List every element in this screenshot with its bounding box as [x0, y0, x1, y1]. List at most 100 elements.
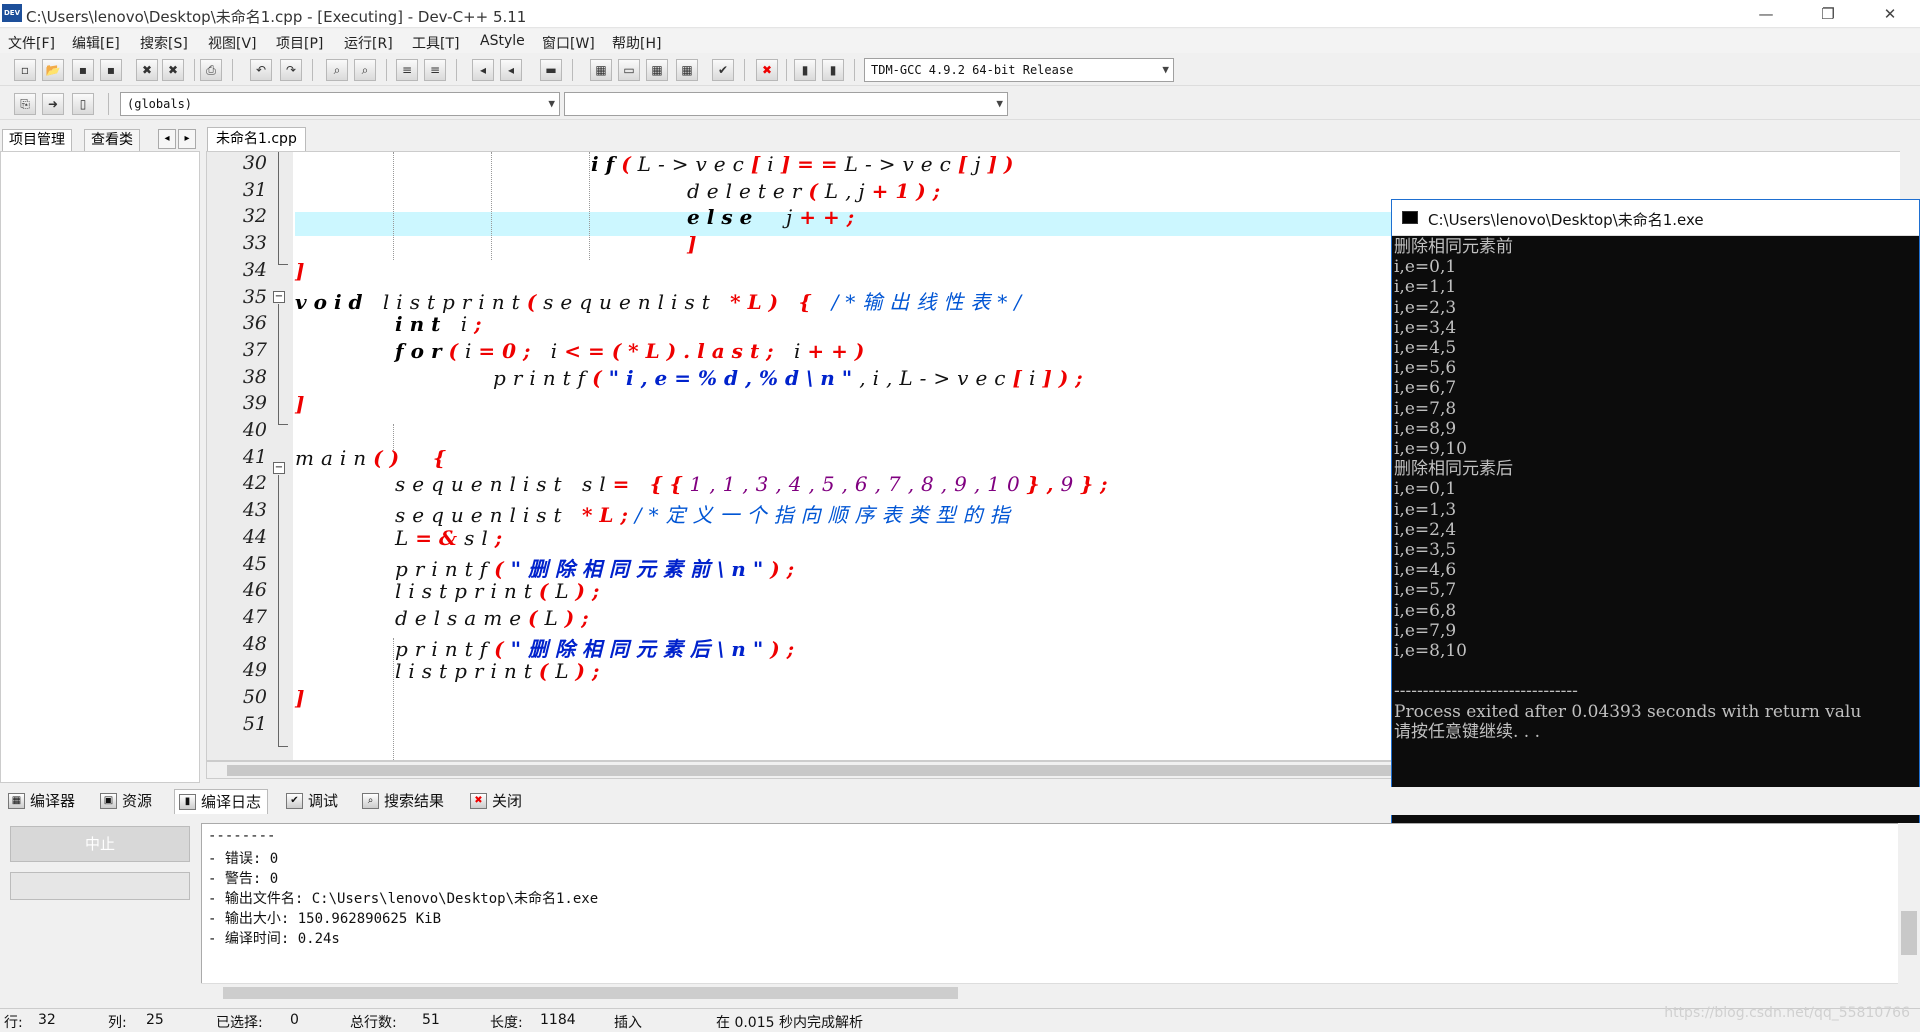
line-number: 34: [242, 258, 267, 281]
menu-run[interactable]: 运行[R]: [344, 33, 393, 53]
save-icon[interactable]: ▪: [72, 59, 94, 81]
toggle-bookmark-icon[interactable]: ▯: [72, 93, 94, 115]
log-line: - 错误: 0: [208, 851, 279, 867]
redo-icon[interactable]: ↷: [280, 59, 302, 81]
line-number: 41: [242, 445, 267, 468]
tab-close[interactable]: ✖ 关闭: [466, 789, 528, 814]
delete-profile-icon[interactable]: ▮: [822, 59, 844, 81]
devcpp-app-icon: DEV: [2, 4, 22, 22]
editor-horizontal-scrollbar[interactable]: [206, 761, 1536, 779]
find-icon[interactable]: ⌕: [326, 59, 348, 81]
rebuild-all-icon[interactable]: ▦: [676, 59, 698, 81]
tab-search-results[interactable]: ⌕ 搜索结果: [358, 789, 450, 814]
console-output: 删除相同元素前 i,e=0,1 i,e=1,1 i,e=2,3 i,e=3,4 …: [1394, 237, 1862, 742]
tab-scroll-right-icon[interactable]: ▸: [178, 129, 196, 149]
line-number: 31: [242, 178, 267, 201]
line-number: 40: [242, 419, 267, 441]
unindent-icon[interactable]: ≡: [424, 59, 446, 81]
menu-astyle[interactable]: AStyle: [480, 33, 525, 49]
log-vertical-scrollbar[interactable]: [1898, 823, 1920, 1001]
code-line-47: delsame(L);: [395, 605, 596, 630]
menu-edit[interactable]: 编辑[E]: [72, 33, 120, 53]
console-title: C:\Users\lenovo\Desktop\未命名1.exe: [1428, 211, 1704, 229]
code-line-49: listprint(L);: [395, 659, 607, 684]
console-window[interactable]: C:\Users\lenovo\Desktop\未命名1.exe 删除相同元素前…: [1391, 199, 1920, 831]
goto-line-icon[interactable]: ➜: [42, 93, 64, 115]
code-line-36: int i;: [395, 312, 489, 337]
tab-class-browser[interactable]: 查看类: [84, 129, 140, 151]
tab-compiler[interactable]: ▦ 编译器: [4, 789, 81, 814]
main-toolbar: ▫ 📂 ▪ ▪ ✖ ✖ ⎙ ↶ ↷ ⌕ ⌕ ≡ ≡ ◂ ◂ ▬ ▦ ▭ ▦ ▦ …: [0, 54, 1920, 86]
minimize-button[interactable]: —: [1738, 0, 1794, 28]
line-number: 51: [242, 712, 267, 735]
status-total-label: 总行数:: [350, 1015, 397, 1031]
print-icon[interactable]: ⎙: [200, 59, 222, 81]
menu-help[interactable]: 帮助[H]: [612, 33, 661, 53]
maximize-button[interactable]: ❐: [1800, 0, 1856, 28]
bookmark-icon[interactable]: ▬: [540, 59, 562, 81]
code-line-35: void listprint(sequenlist *L) { /*输出线性表*…: [295, 289, 1029, 314]
title-bar: DEV C:\Users\lenovo\Desktop\未命名1.cpp - […: [0, 0, 1920, 28]
code-line-43: sequenlist *L;/*定义一个指向顺序表类型的指: [395, 503, 1017, 528]
log-line: - 输出文件名: C:\Users\lenovo\Desktop\未命名1.ex…: [208, 891, 599, 907]
close-file-icon[interactable]: ✖: [136, 59, 158, 81]
code-line-39: ]: [295, 392, 312, 417]
code-line-48: printf("删除相同元素后\n");: [395, 636, 802, 661]
line-number: 43: [242, 499, 267, 522]
compile-icon[interactable]: ▦: [590, 59, 612, 81]
menu-view[interactable]: 视图[V]: [208, 33, 257, 53]
goto-back-icon[interactable]: ◂: [472, 59, 494, 81]
tab-debug[interactable]: ✔ 调试: [282, 789, 344, 814]
line-number: 32: [242, 205, 267, 228]
profile-icon[interactable]: ▮: [794, 59, 816, 81]
console-title-bar[interactable]: C:\Users\lenovo\Desktop\未命名1.exe: [1392, 200, 1919, 236]
compiler-select[interactable]: TDM-GCC 4.9.2 64-bit Release ▼: [864, 58, 1174, 82]
line-number: 37: [242, 338, 267, 361]
open-file-icon[interactable]: 📂: [42, 59, 64, 81]
compile-run-icon[interactable]: ▦: [646, 59, 668, 81]
status-row: 32: [38, 1012, 56, 1028]
menu-search[interactable]: 搜索[S]: [140, 33, 188, 53]
stop-execution-icon[interactable]: ✖: [756, 59, 778, 81]
close-all-icon[interactable]: ✖: [162, 59, 184, 81]
insert-icon[interactable]: ⎘: [14, 93, 36, 115]
save-all-icon[interactable]: ▪: [100, 59, 122, 81]
menu-window[interactable]: 窗口[W]: [542, 33, 595, 53]
indent-icon[interactable]: ≡: [396, 59, 418, 81]
goto-forward-icon[interactable]: ◂: [500, 59, 522, 81]
resources-icon: ▣: [100, 793, 117, 809]
debug-check-icon: ✔: [286, 793, 303, 809]
close-button[interactable]: ✕: [1862, 0, 1918, 28]
new-file-icon[interactable]: ▫: [14, 59, 36, 81]
undo-icon[interactable]: ↶: [250, 59, 272, 81]
tab-scroll-left-icon[interactable]: ◂: [158, 129, 176, 149]
close-panel-icon: ✖: [470, 793, 487, 809]
run-icon[interactable]: ▭: [618, 59, 640, 81]
symbol-select[interactable]: ▼: [564, 92, 1008, 116]
watermark: https://blog.csdn.net/qq_55810766: [1664, 1005, 1910, 1021]
status-length: 1184: [540, 1012, 576, 1028]
window-title: C:\Users\lenovo\Desktop\未命名1.cpp - [Exec…: [26, 8, 527, 26]
code-line-46: listprint(L);: [395, 579, 607, 604]
scope-select[interactable]: (globals) ▼: [120, 92, 560, 116]
fold-toggle-main[interactable]: −: [273, 462, 285, 474]
compile-log-panel[interactable]: -------- - 错误: 0 - 警告: 0 - 输出文件名: C:\Use…: [201, 823, 1905, 1001]
tab-project-manager[interactable]: 项目管理: [2, 129, 72, 151]
replace-icon[interactable]: ⌕: [354, 59, 376, 81]
tab-resources[interactable]: ▣ 资源: [96, 789, 158, 814]
search-results-icon: ⌕: [362, 793, 379, 809]
menu-project[interactable]: 项目[P]: [276, 33, 323, 53]
tab-compile-log[interactable]: ▮ 编译日志: [174, 789, 269, 814]
abort-button[interactable]: 中止: [10, 826, 190, 862]
line-number: 44: [242, 525, 267, 548]
project-panel: [0, 151, 200, 783]
log-horizontal-scrollbar[interactable]: [201, 983, 1905, 1001]
line-number: 36: [242, 312, 267, 335]
syntax-check-icon[interactable]: ✔: [712, 59, 734, 81]
menu-file[interactable]: 文件[F]: [8, 33, 55, 53]
menu-tools[interactable]: 工具[T]: [412, 33, 459, 53]
line-number: 38: [242, 365, 267, 388]
tab-editor-file[interactable]: 未命名1.cpp: [207, 127, 306, 151]
fold-toggle-listprint[interactable]: −: [273, 291, 285, 303]
code-line-32: else j++;: [687, 205, 862, 230]
